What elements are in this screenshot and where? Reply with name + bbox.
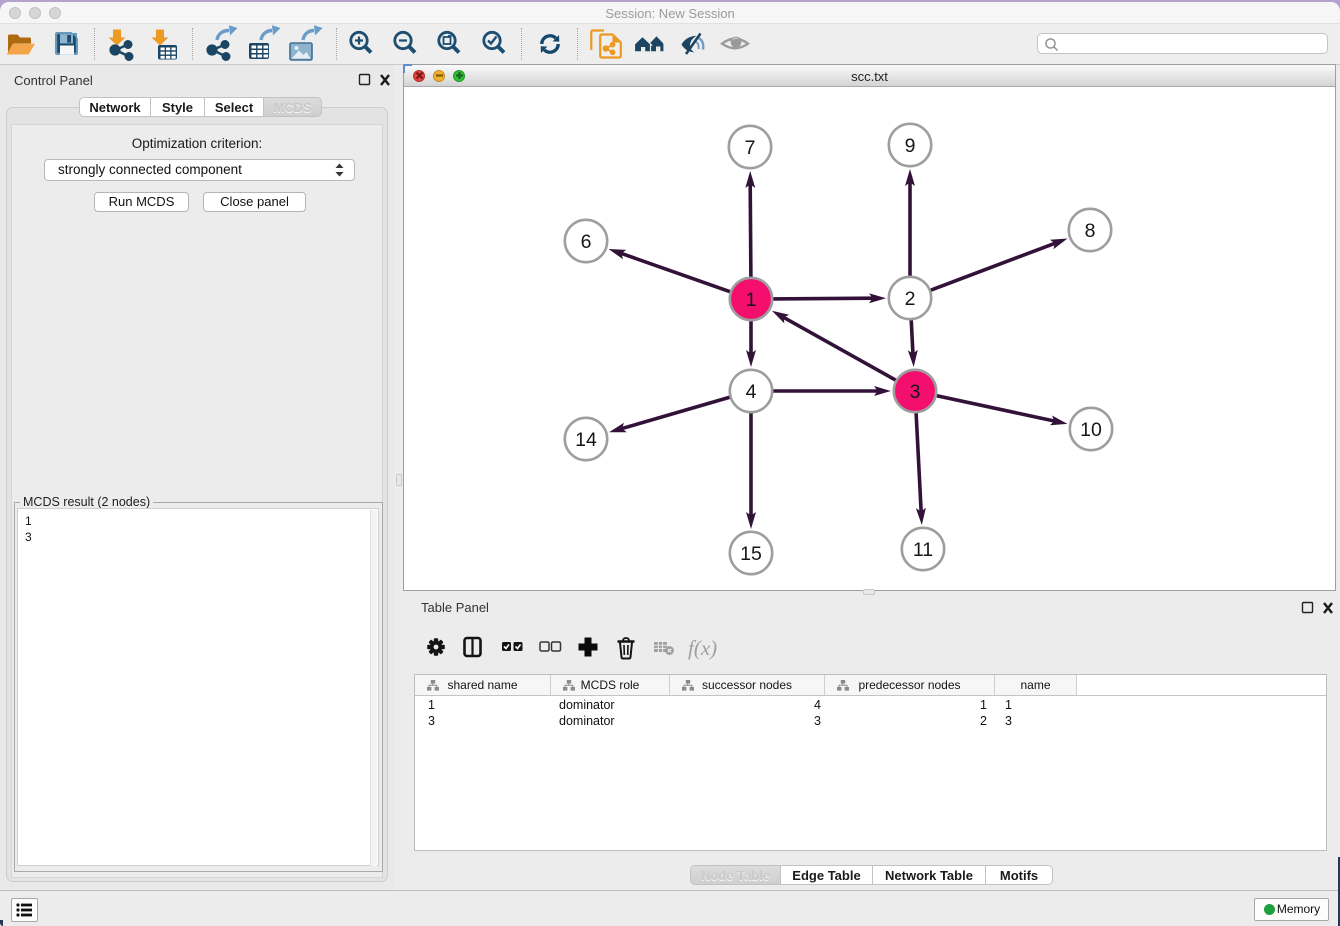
svg-text:14: 14 — [575, 429, 597, 451]
svg-text:f(x): f(x) — [688, 636, 717, 660]
svg-text:6: 6 — [581, 231, 592, 253]
svg-text:4: 4 — [746, 381, 757, 403]
svg-text:10: 10 — [1080, 419, 1102, 441]
svg-text:3: 3 — [910, 381, 921, 403]
svg-text:2: 2 — [905, 288, 916, 310]
svg-text:8: 8 — [1085, 220, 1096, 242]
svg-text:11: 11 — [913, 539, 933, 561]
svg-text:1: 1 — [746, 289, 757, 311]
svg-text:9: 9 — [905, 135, 916, 157]
svg-text:15: 15 — [740, 543, 762, 565]
svg-text:7: 7 — [745, 137, 756, 159]
